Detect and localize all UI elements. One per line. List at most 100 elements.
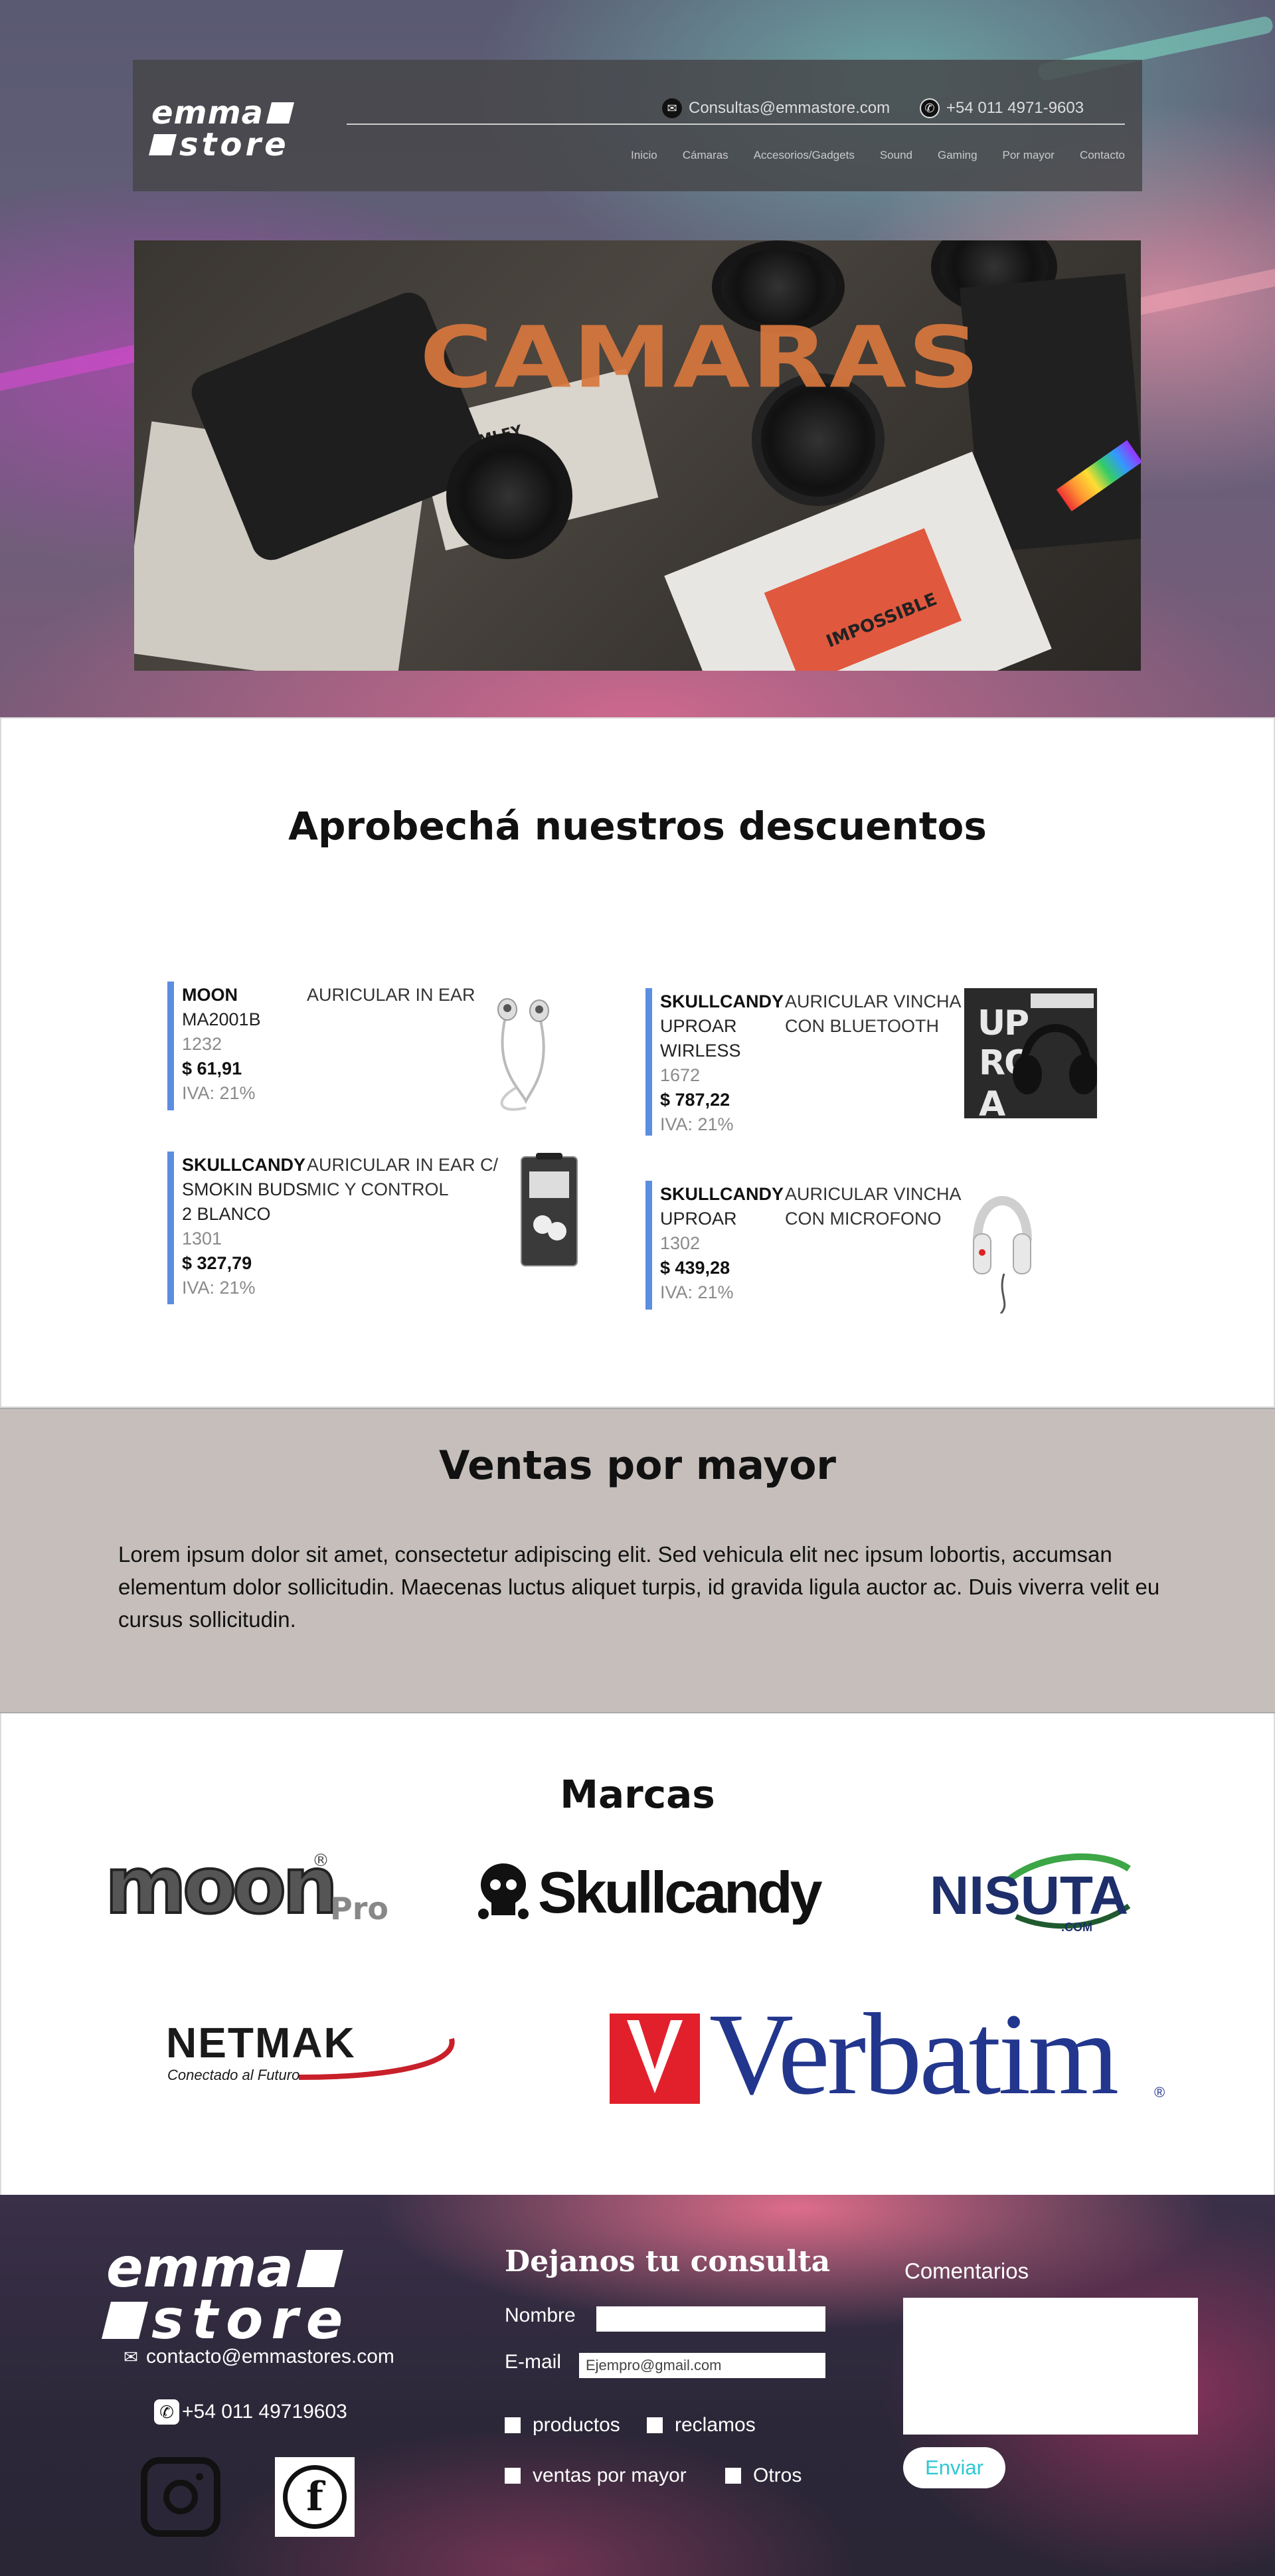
email-icon: ✉: [662, 98, 682, 118]
product-info: SKULLCANDY SMOKIN BUDS 2 BLANCO 1301 $ 3…: [182, 1153, 307, 1300]
product-model: SMOKIN BUDS 2 BLANCO: [182, 1179, 308, 1224]
logo-text-store: store: [179, 126, 290, 163]
name-input[interactable]: [596, 2306, 825, 2332]
product-iva: IVA: 21%: [660, 1114, 734, 1134]
product-code: 1672: [660, 1065, 701, 1085]
facebook-icon[interactable]: f: [275, 2457, 355, 2537]
checkbox-box[interactable]: [725, 2468, 741, 2484]
product-accent-bar: [167, 1152, 174, 1304]
hero-section: emma store ✉ Consultas@emmastore.com ✆ +…: [0, 0, 1275, 717]
checkbox-box[interactable]: [505, 2417, 521, 2433]
nav-gaming[interactable]: Gaming: [938, 149, 978, 162]
wholesale-title: Ventas por mayor: [438, 1442, 837, 1489]
checkbox-ventas-por-mayor[interactable]: ventas por mayor: [505, 2464, 687, 2487]
smokin-buds-package-image: [516, 1152, 582, 1271]
checkbox-label: productos: [533, 2414, 620, 2436]
logo-block: [102, 2302, 148, 2339]
footer-phone-text: +54 011 49719603: [182, 2401, 347, 2423]
netmak-logo[interactable]: NETMAK Conectado al Futuro: [166, 2019, 465, 2092]
product-iva: IVA: 21%: [182, 1083, 256, 1103]
checkbox-reclamos[interactable]: reclamos: [647, 2414, 756, 2437]
product-model: UPROAR WIRLESS: [660, 1016, 741, 1061]
checkbox-productos[interactable]: productos: [505, 2414, 620, 2437]
contact-form-title: Dejanos tu consulta: [505, 2245, 831, 2278]
uproar-headphones-image: U R O A P: [964, 988, 1097, 1118]
banner-rainbow: [1056, 440, 1141, 512]
product-card[interactable]: MOON MA2001B 1232 $ 61,91 IVA: 21% AURIC…: [167, 982, 599, 1114]
verbatim-logo[interactable]: Verbatim ®: [610, 2000, 1174, 2113]
keyboard-light-stripe: [1129, 258, 1275, 317]
footer-emma-store-logo[interactable]: emma store: [102, 2241, 351, 2348]
banner-camera-lens: [446, 433, 572, 559]
comments-textarea[interactable]: [903, 2298, 1198, 2435]
banner-title: CAMARAS: [420, 309, 981, 407]
discounts-section: Aprobechá nuestros descuentos MOON MA200…: [0, 717, 1275, 1408]
product-description: AURICULAR VINCHA CON MICROFONO: [785, 1184, 961, 1229]
nav-camaras[interactable]: Cámaras: [683, 149, 728, 162]
checkbox-label: reclamos: [675, 2414, 756, 2436]
top-header-bar: emma store ✉ Consultas@emmastore.com ✆ +…: [133, 60, 1142, 191]
nisuta-com-text: .COM: [1061, 1921, 1092, 1934]
nav-contacto[interactable]: Contacto: [1080, 149, 1125, 162]
logo-block: [266, 102, 294, 124]
checkbox-box[interactable]: [505, 2468, 521, 2484]
product-info: SKULLCANDY UPROAR WIRLESS 1672 $ 787,22 …: [660, 989, 784, 1137]
verbatim-reg-mark: ®: [1154, 2084, 1165, 2101]
product-model: UPROAR: [660, 1209, 737, 1229]
footer-phone[interactable]: ✆ +54 011 49719603: [154, 2399, 347, 2425]
nisuta-logo[interactable]: NISUTA .COM: [930, 1853, 1142, 1939]
moon-reg-mark: ®: [312, 1851, 329, 1871]
product-price: $ 327,79: [182, 1253, 252, 1273]
checkbox-label: Otros: [753, 2464, 802, 2486]
emma-store-logo[interactable]: emma store: [149, 94, 294, 163]
nav-inicio[interactable]: Inicio: [631, 149, 657, 162]
nav-accesorios[interactable]: Accesorios/Gadgets: [754, 149, 855, 162]
envelope-icon: ✉: [124, 2346, 138, 2367]
instagram-dot: [196, 2473, 203, 2480]
email-input[interactable]: [579, 2353, 825, 2378]
skullcandy-logo[interactable]: Skullcandy: [478, 1858, 823, 1925]
checkbox-box[interactable]: [647, 2417, 663, 2433]
product-card[interactable]: SKULLCANDY UPROAR WIRLESS 1672 $ 787,22 …: [645, 988, 1097, 1137]
svg-text:P: P: [1004, 1003, 1029, 1043]
product-accent-bar: [167, 982, 174, 1110]
netmak-logo-text: NETMAK: [166, 2019, 356, 2067]
checkbox-otros[interactable]: Otros: [725, 2464, 802, 2487]
product-accent-bar: [645, 988, 652, 1136]
checkbox-label: ventas por mayor: [533, 2464, 687, 2486]
product-info: MOON MA2001B 1232 $ 61,91 IVA: 21%: [182, 983, 301, 1106]
instagram-icon[interactable]: [141, 2457, 220, 2537]
send-button[interactable]: Enviar: [903, 2447, 1005, 2488]
brands-section: Marcas moon ® Pro Skullcandy NISUTA .COM…: [0, 1713, 1275, 2195]
nisuta-logo-text: NISUTA: [930, 1865, 1128, 1926]
nav-sound[interactable]: Sound: [880, 149, 912, 162]
product-card[interactable]: SKULLCANDY UPROAR 1302 $ 439,28 IVA: 21%…: [645, 1181, 1077, 1314]
product-code: 1232: [182, 1034, 222, 1054]
comments-label: Comentarios: [904, 2259, 1029, 2283]
logo-block: [296, 2250, 343, 2287]
discounts-title: Aprobechá nuestros descuentos: [288, 804, 987, 849]
cameras-banner[interactable]: PLOMLEY IMPOSSIBLE CAMARAS: [134, 240, 1141, 671]
product-price: $ 787,22: [660, 1090, 730, 1110]
skull-icon: [478, 1863, 529, 1919]
earphones-image: [479, 988, 566, 1114]
nav-por-mayor[interactable]: Por mayor: [1003, 149, 1055, 162]
header-email-text: Consultas@emmastore.com: [689, 99, 891, 117]
logo-block: [149, 134, 177, 155]
footer: emma store ✉ contacto@emmastores.com ✆ +…: [0, 2195, 1275, 2576]
moon-logo-text: moon: [105, 1846, 334, 1926]
header-phone[interactable]: ✆ +54 011 4971-9603: [920, 98, 1084, 118]
wholesale-text: Lorem ipsum dolor sit amet, consectetur …: [118, 1542, 1160, 1632]
footer-email[interactable]: ✉ contacto@emmastores.com: [118, 2344, 394, 2369]
svg-text:A: A: [979, 1084, 1005, 1118]
logo-text-emma: emma: [151, 94, 264, 131]
moon-pro-logo[interactable]: moon ® Pro: [101, 1846, 413, 1926]
header-email[interactable]: ✉ Consultas@emmastore.com: [662, 98, 890, 118]
email-label: E-mail: [505, 2351, 562, 2373]
header-divider: [347, 124, 1125, 125]
whatsapp-icon: ✆: [154, 2399, 179, 2425]
header-phone-text: +54 011 4971-9603: [946, 99, 1084, 117]
brands-title: Marcas: [560, 1772, 715, 1817]
product-card[interactable]: SKULLCANDY SMOKIN BUDS 2 BLANCO 1301 $ 3…: [167, 1152, 599, 1304]
product-price: $ 439,28: [660, 1258, 730, 1278]
